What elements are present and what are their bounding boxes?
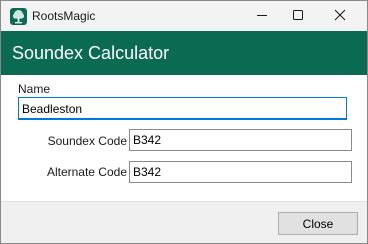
close-icon — [334, 9, 346, 24]
minimize-button[interactable] — [245, 1, 279, 31]
alternate-code-label: Alternate Code — [46, 165, 127, 179]
maximize-icon — [292, 9, 304, 24]
title-bar[interactable]: RootsMagic — [1, 1, 367, 31]
dialog-footer: Close — [1, 201, 367, 243]
soundex-code-label: Soundex Code — [47, 134, 127, 148]
name-label: Name — [18, 82, 51, 96]
tree-icon — [10, 8, 27, 25]
app-title: RootsMagic — [32, 9, 96, 23]
dialog-title: Soundex Calculator — [12, 43, 170, 63]
maximize-button[interactable] — [281, 1, 315, 31]
dialog-header: Soundex Calculator — [1, 31, 367, 75]
close-button[interactable]: Close — [278, 212, 358, 235]
window-close-button[interactable] — [323, 1, 357, 31]
alternate-code-field[interactable] — [129, 161, 352, 183]
soundex-dialog-window: RootsMagic Soundex Calculator Name Sound… — [0, 0, 368, 244]
name-input[interactable] — [18, 97, 347, 120]
minimize-icon — [256, 9, 268, 24]
soundex-code-field[interactable] — [129, 129, 352, 151]
